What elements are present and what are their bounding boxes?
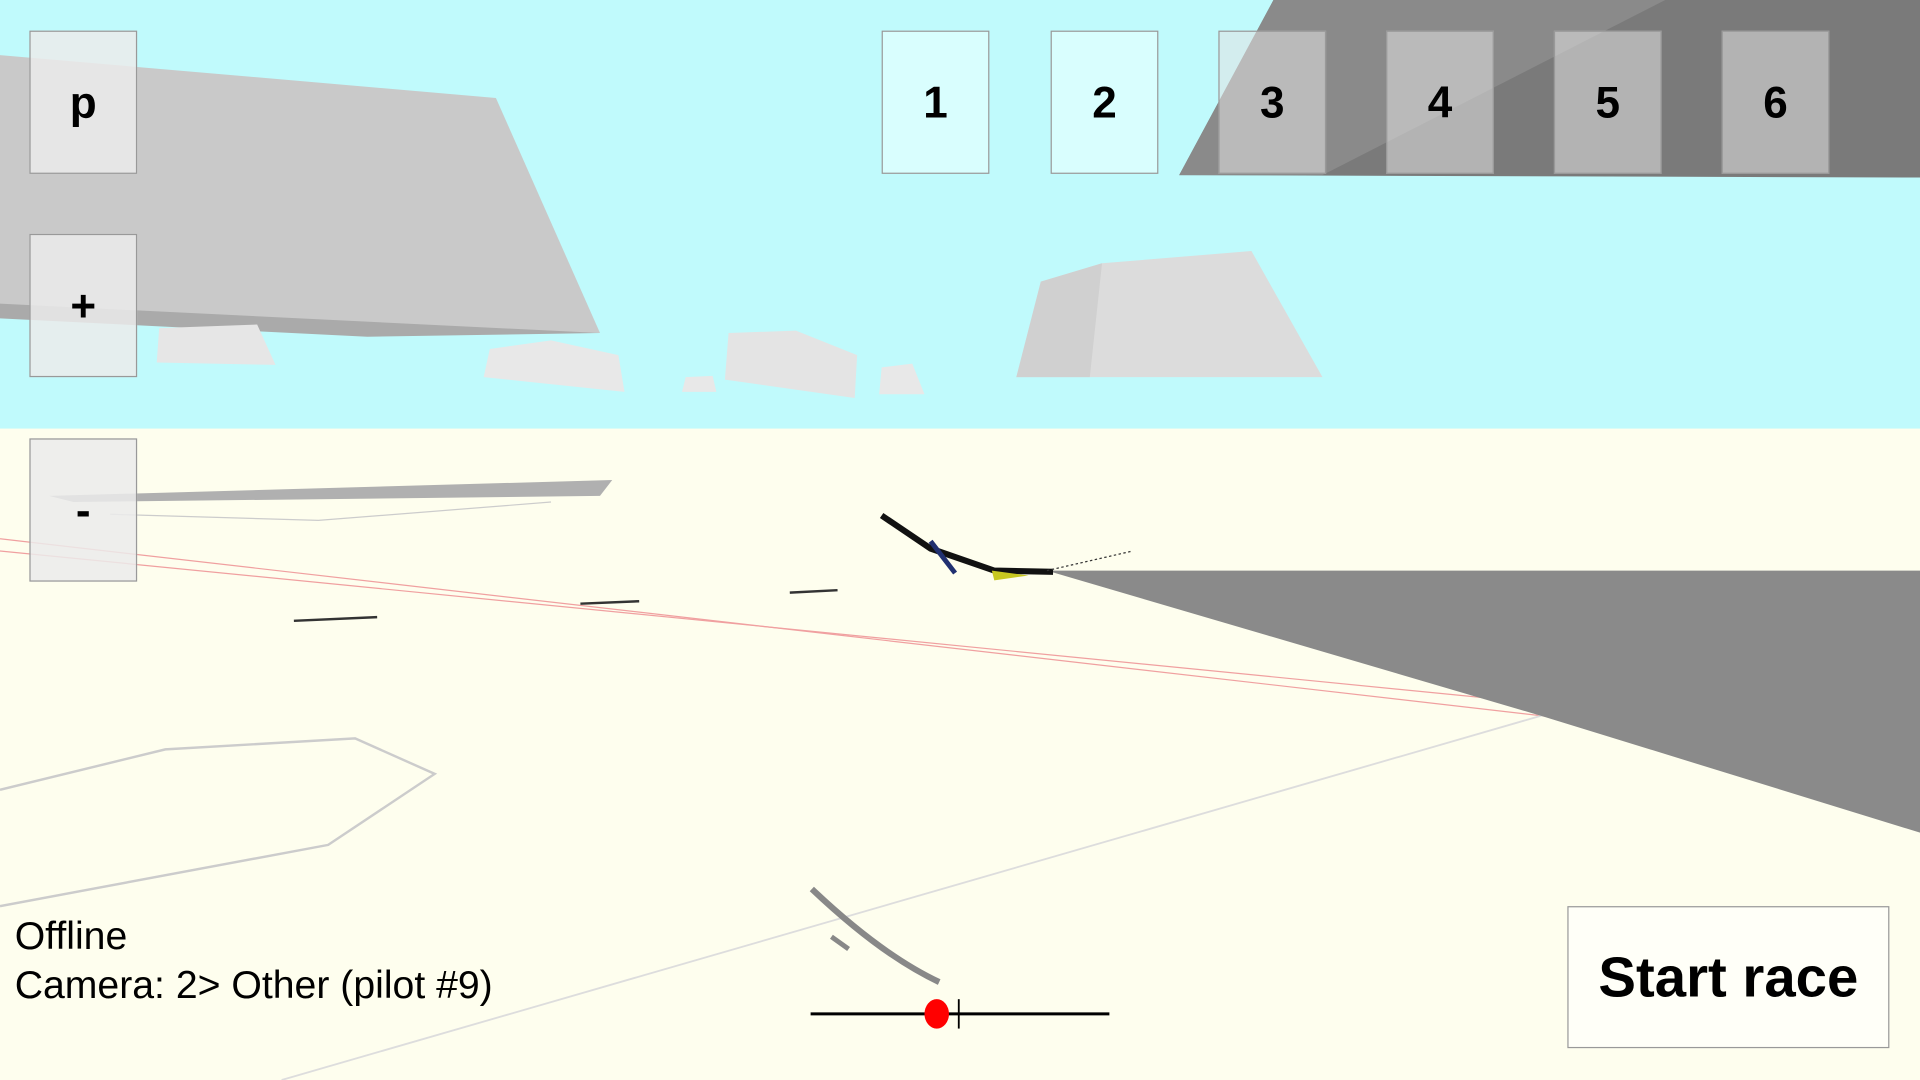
camera-button-6[interactable]: 6 [1721, 30, 1830, 174]
camera-button-3[interactable]: 3 [1218, 30, 1327, 174]
connection-status: Offline [14, 913, 128, 958]
camera-button-5[interactable]: 5 [1553, 30, 1662, 174]
game-viewport: p + - 1 2 3 4 5 6 Offline Camera: 2> Oth… [0, 0, 1920, 1080]
start-race-button[interactable]: Start race [1567, 906, 1890, 1049]
pause-button[interactable]: p [29, 30, 138, 174]
throttle-indicator-dot [924, 999, 949, 1029]
camera-button-1[interactable]: 1 [881, 30, 990, 174]
camera-status: Camera: 2> Other (pilot #9) [14, 962, 493, 1007]
zoom-out-button[interactable]: - [29, 438, 138, 582]
zoom-in-button[interactable]: + [29, 233, 138, 378]
camera-button-2[interactable]: 2 [1050, 30, 1159, 174]
camera-button-4[interactable]: 4 [1386, 30, 1494, 174]
